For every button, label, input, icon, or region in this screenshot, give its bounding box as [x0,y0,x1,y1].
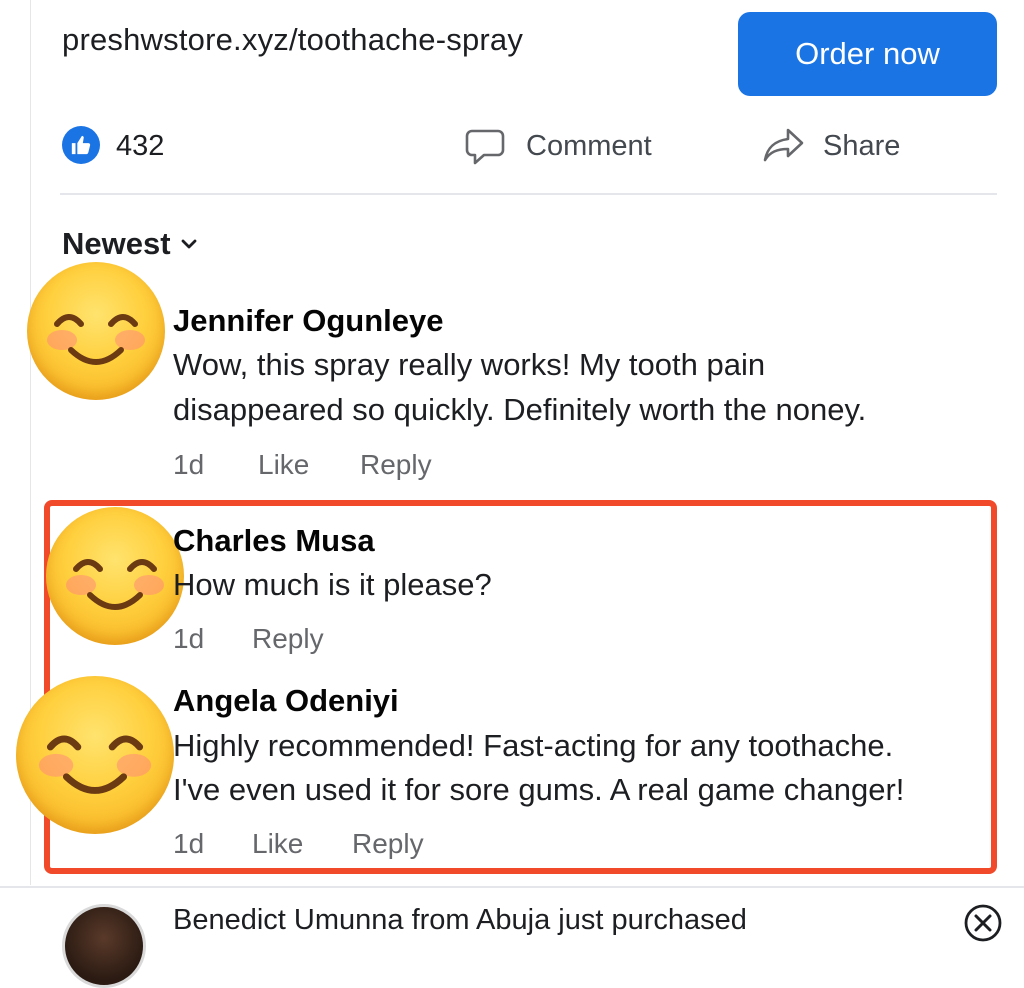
post-actions-bar: 432 Comment Share [0,120,1024,176]
comment-text-line: disappeared so quickly. Definitely worth… [173,392,867,427]
like-comment-button[interactable]: Like [258,449,309,481]
post-link[interactable]: preshwstore.xyz/toothache-spray [62,22,523,58]
comment-button[interactable]: Comment [526,130,652,163]
reply-button[interactable]: Reply [252,623,324,655]
comment-author[interactable]: Angela Odeniyi [173,683,399,719]
like-count: 432 [116,130,165,162]
sort-label: Newest [62,226,171,261]
comment-time: 1d [173,449,205,480]
order-now-button[interactable]: Order now [738,12,997,96]
divider [0,886,1024,888]
reply-button[interactable]: Reply [352,828,424,860]
comment-time: 1d [173,828,205,859]
comment-author[interactable]: Charles Musa [173,523,375,559]
sort-dropdown[interactable]: Newest [62,226,199,262]
smiling-face-avatar [46,507,184,645]
chevron-down-icon [181,239,196,249]
close-icon[interactable] [963,903,1003,948]
share-button[interactable]: Share [823,130,900,163]
comment-text-line: I've even used it for sore gums. A real … [173,772,905,807]
comment-text-line: How much is it please? [173,567,492,602]
reply-button[interactable]: Reply [360,449,432,481]
comment-icon[interactable] [464,126,506,173]
comment-author[interactable]: Jennifer Ogunleye [173,303,443,339]
comment-time: 1d [173,623,205,654]
comment-text-line: Highly recommended! Fast-acting for any … [173,728,894,763]
smiling-face-avatar [27,262,165,400]
smiling-face-avatar [16,676,174,834]
avatar [62,904,146,988]
share-icon[interactable] [762,124,806,173]
comment-text-line: Wow, this spray really works! My tooth p… [173,347,766,382]
purchase-notification-text: Benedict Umunna from Abuja just purchase… [173,904,747,936]
divider [60,193,997,195]
like-icon[interactable] [62,126,100,164]
like-comment-button[interactable]: Like [252,828,303,860]
